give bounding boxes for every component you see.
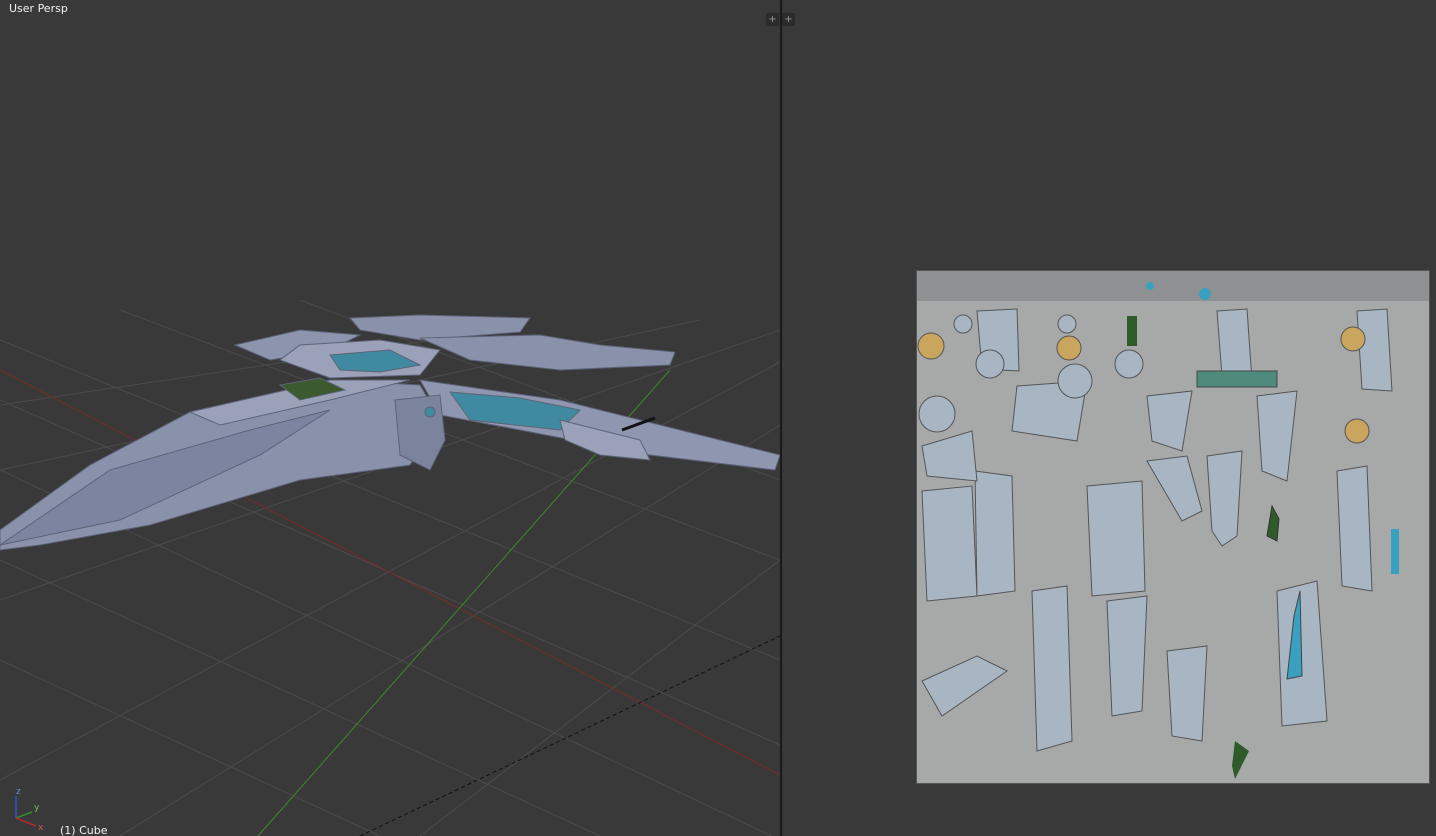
axis-y-label: y: [34, 803, 40, 813]
area-split-widget-right[interactable]: +: [782, 13, 795, 26]
uv-islands: [917, 271, 1429, 779]
spaceship-mesh[interactable]: [0, 314, 780, 551]
view-label: User Persp: [9, 2, 68, 15]
area-split-widget-left[interactable]: +: [766, 13, 779, 26]
active-object-label: (1) Cube: [60, 824, 108, 836]
3d-viewport[interactable]: z y x User Persp (1) Cube +: [0, 0, 780, 836]
uv-texture-map[interactable]: [916, 270, 1430, 784]
viewport-canvas[interactable]: z y x: [0, 0, 780, 836]
axis-gizmo: z y x: [15, 787, 44, 833]
axis-z-label: z: [16, 787, 21, 797]
uv-image-editor[interactable]: +: [782, 0, 1436, 836]
axis-x-label: x: [38, 823, 44, 833]
